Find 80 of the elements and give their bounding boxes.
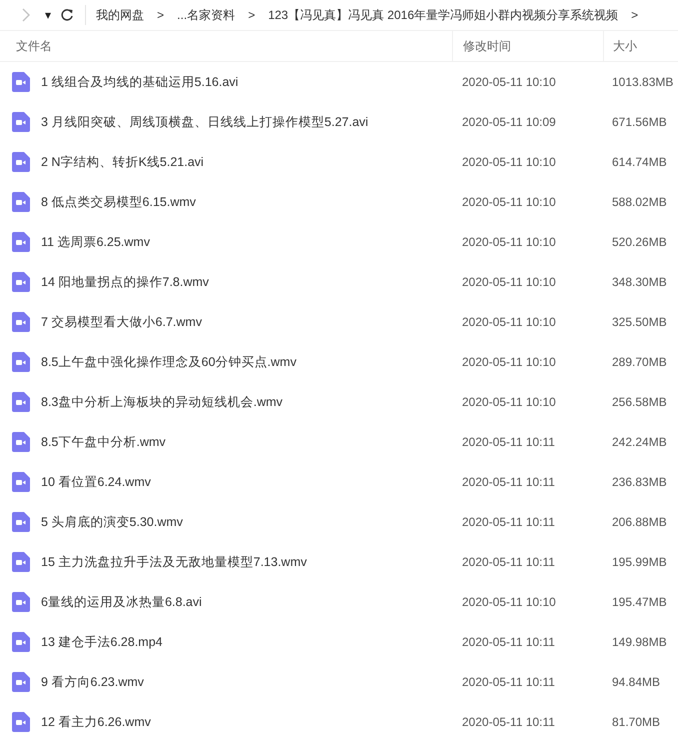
file-name[interactable]: 10 看位置6.24.wmv: [41, 474, 151, 490]
file-size: 94.84MB: [611, 675, 662, 689]
file-size: 671.56MB: [611, 115, 668, 129]
modified-time: 2020-05-11 10:11: [461, 435, 556, 449]
modified-time: 2020-05-11 10:11: [461, 675, 556, 689]
refresh-icon[interactable]: [60, 8, 74, 22]
modified-time: 2020-05-11 10:11: [461, 715, 556, 729]
file-name[interactable]: 13 建仓手法6.28.mp4: [41, 634, 162, 650]
file-size: 256.58MB: [611, 395, 668, 409]
file-size: 348.30MB: [611, 275, 668, 289]
video-file-icon: [12, 512, 30, 532]
video-file-icon: [12, 392, 30, 412]
file-name[interactable]: 14 阳地量拐点的操作7.8.wmv: [41, 274, 209, 290]
file-size: 325.50MB: [611, 315, 668, 329]
file-size: 1013.83MB: [611, 75, 674, 89]
file-name[interactable]: 5 头肩底的演变5.30.wmv: [41, 514, 183, 530]
file-name[interactable]: 2 N字结构、转折K线5.21.avi: [41, 154, 204, 170]
column-header[interactable]: 修改时间: [452, 31, 603, 61]
modified-time: 2020-05-11 10:11: [461, 475, 556, 489]
file-size: 149.98MB: [611, 635, 668, 649]
file-size: 195.99MB: [611, 555, 668, 569]
breadcrumb-separator: >: [631, 8, 638, 22]
modified-time: 2020-05-11 10:10: [461, 235, 557, 249]
file-name[interactable]: 12 看主力6.26.wmv: [41, 714, 151, 730]
video-file-icon: [12, 232, 30, 252]
modified-time: 2020-05-11 10:09: [461, 115, 557, 129]
video-file-icon: [12, 632, 30, 652]
file-size: 588.02MB: [611, 195, 668, 209]
modified-time: 2020-05-11 10:11: [461, 555, 556, 569]
breadcrumb-link[interactable]: 名家资料: [187, 6, 236, 24]
dropdown-toggle[interactable]: ▾: [45, 8, 52, 22]
video-file-icon: [12, 672, 30, 692]
file-name[interactable]: 8.3盘中分析上海板块的异动短线机会.wmv: [41, 394, 283, 410]
modified-time: 2020-05-11 10:10: [461, 155, 557, 169]
file-name[interactable]: 15 主力洗盘拉升手法及无敌地量模型7.13.wmv: [41, 554, 307, 570]
file-name[interactable]: 8.5下午盘中分析.wmv: [41, 434, 166, 450]
file-size: 614.74MB: [611, 155, 668, 169]
file-name[interactable]: 1 线组合及均线的基础运用5.16.avi: [41, 74, 238, 90]
file-size: 236.83MB: [611, 475, 668, 489]
modified-time: 2020-05-11 10:10: [461, 595, 557, 609]
column-header[interactable]: 文件名: [0, 31, 452, 61]
file-name[interactable]: 6量线的运用及冰热量6.8.avi: [41, 594, 202, 610]
breadcrumb-link[interactable]: ...: [177, 8, 188, 22]
video-file-icon: [12, 112, 30, 132]
breadcrumb-link[interactable]: 123【冯见真】冯见真 2016年量学冯师姐小群内视频分享系统视频: [268, 6, 618, 24]
modified-time: 2020-05-11 10:10: [461, 315, 557, 329]
file-name[interactable]: 8 低点类交易模型6.15.wmv: [41, 194, 196, 210]
modified-time: 2020-05-11 10:10: [461, 395, 557, 409]
video-file-icon: [12, 712, 30, 732]
modified-time: 2020-05-11 10:11: [461, 515, 556, 529]
file-size: 206.88MB: [611, 515, 668, 529]
file-name[interactable]: 8.5上午盘中强化操作理念及60分钟买点.wmv: [41, 354, 296, 370]
video-file-icon: [12, 272, 30, 292]
video-file-icon: [12, 152, 30, 172]
video-file-icon: [12, 312, 30, 332]
modified-time: 2020-05-11 10:11: [461, 635, 556, 649]
file-size: 242.24MB: [611, 435, 668, 449]
file-name[interactable]: 9 看方向6.23.wmv: [41, 674, 144, 690]
file-size: 81.70MB: [611, 715, 662, 729]
file-size: 195.47MB: [611, 595, 668, 609]
video-file-icon: [12, 472, 30, 492]
video-file-icon: [12, 432, 30, 452]
file-name[interactable]: 3 月线阳突破、周线顶横盘、日线线上打操作模型5.27.avi: [41, 114, 368, 130]
modified-time: 2020-05-11 10:10: [461, 195, 557, 209]
modified-time: 2020-05-11 10:10: [461, 355, 557, 369]
breadcrumb-link[interactable]: 我的网盘: [96, 6, 144, 24]
video-file-icon: [12, 72, 30, 92]
breadcrumb-separator: >: [248, 8, 256, 22]
video-file-icon: [12, 352, 30, 372]
column-header[interactable]: 大小: [603, 31, 678, 61]
breadcrumb-separator: >: [157, 8, 164, 22]
file-size: 520.26MB: [611, 235, 668, 249]
video-file-icon: [12, 192, 30, 212]
video-file-icon: [12, 552, 30, 572]
modified-time: 2020-05-11 10:10: [461, 75, 557, 89]
video-file-icon: [12, 592, 30, 612]
file-size: 289.70MB: [611, 355, 668, 369]
modified-time: 2020-05-11 10:10: [461, 275, 557, 289]
file-name[interactable]: 11 选周票6.25.wmv: [41, 234, 150, 250]
file-name[interactable]: 7 交易模型看大做小6.7.wmv: [41, 314, 202, 330]
